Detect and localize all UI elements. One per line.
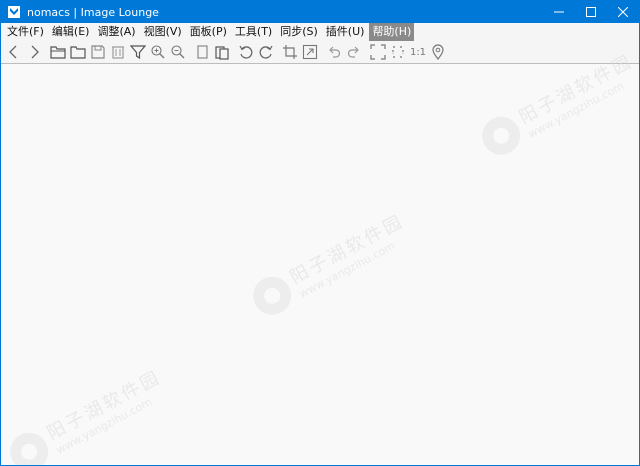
copy-button[interactable] (193, 43, 211, 61)
redo-button[interactable] (345, 43, 363, 61)
menu-view[interactable]: 视图(V) (141, 23, 185, 41)
menu-sync[interactable]: 同步(S) (277, 23, 321, 41)
fullscreen-button[interactable] (369, 43, 387, 61)
image-viewport[interactable]: 阳子湖软件园 www.yangzihu.com 阳子湖软件园 www.yangz… (1, 51, 639, 465)
zoom-out-icon (171, 45, 185, 59)
filter-icon (130, 45, 146, 60)
menu-edit[interactable]: 编辑(E) (49, 23, 93, 41)
app-window: nomacs | Image Lounge 文件(F) 编辑(E) 调整(A) … (0, 0, 640, 466)
crop-icon (283, 45, 297, 59)
open-folder-button[interactable] (69, 43, 87, 61)
watermark: 阳子湖软件园 www.yangzihu.com (3, 363, 171, 465)
actual-size-label: 1:1 (409, 46, 427, 58)
menu-help[interactable]: 帮助(H) (369, 23, 415, 41)
watermark: 阳子湖软件园 www.yangzihu.com (475, 47, 639, 161)
location-icon (432, 44, 444, 60)
copy-icon (197, 45, 208, 59)
resize-button[interactable] (301, 43, 319, 61)
redo-icon (347, 46, 359, 58)
delete-icon (112, 46, 124, 59)
menu-plugins[interactable]: 插件(U) (323, 23, 368, 41)
maximize-icon (586, 7, 596, 17)
crop-button[interactable] (281, 43, 299, 61)
fit-icon (392, 46, 404, 58)
save-icon (91, 45, 105, 59)
watermark: 阳子湖软件园 www.yangzihu.com (246, 207, 414, 321)
filter-button[interactable] (129, 43, 147, 61)
previous-icon (9, 45, 17, 59)
title-bar: nomacs | Image Lounge (1, 1, 639, 23)
open-icon (50, 46, 66, 59)
rotate-right-button[interactable] (257, 43, 275, 61)
toolbar: 1:1 (1, 41, 639, 64)
resize-icon (302, 44, 318, 60)
menu-panels[interactable]: 面板(P) (187, 23, 230, 41)
rotate-right-icon (259, 45, 273, 59)
next-icon (31, 45, 39, 59)
open-folder-icon (70, 46, 86, 59)
next-button[interactable] (25, 43, 43, 61)
fit-button[interactable] (389, 43, 407, 61)
zoom-out-button[interactable] (169, 43, 187, 61)
minimize-button[interactable] (543, 1, 575, 23)
minimize-icon (554, 11, 564, 13)
rotate-left-icon (239, 45, 253, 59)
open-button[interactable] (49, 43, 67, 61)
menu-file[interactable]: 文件(F) (4, 23, 47, 41)
actual-size-button[interactable]: 1:1 (409, 43, 427, 61)
undo-icon (329, 46, 341, 58)
menu-adjust[interactable]: 调整(A) (94, 23, 138, 41)
close-icon (618, 7, 628, 17)
paste-icon (215, 46, 229, 60)
location-button[interactable] (429, 43, 447, 61)
menu-bar: 文件(F) 编辑(E) 调整(A) 视图(V) 面板(P) 工具(T) 同步(S… (1, 23, 639, 41)
fullscreen-icon (370, 44, 386, 60)
menu-tools[interactable]: 工具(T) (232, 23, 275, 41)
save-button[interactable] (89, 43, 107, 61)
window-title: nomacs | Image Lounge (27, 5, 159, 19)
close-button[interactable] (607, 1, 639, 23)
maximize-button[interactable] (575, 1, 607, 23)
paste-button[interactable] (213, 43, 231, 61)
delete-button[interactable] (109, 43, 127, 61)
rotate-left-button[interactable] (237, 43, 255, 61)
zoom-in-icon (151, 45, 165, 59)
zoom-in-button[interactable] (149, 43, 167, 61)
app-icon (7, 5, 21, 19)
undo-button[interactable] (325, 43, 343, 61)
previous-button[interactable] (5, 43, 23, 61)
